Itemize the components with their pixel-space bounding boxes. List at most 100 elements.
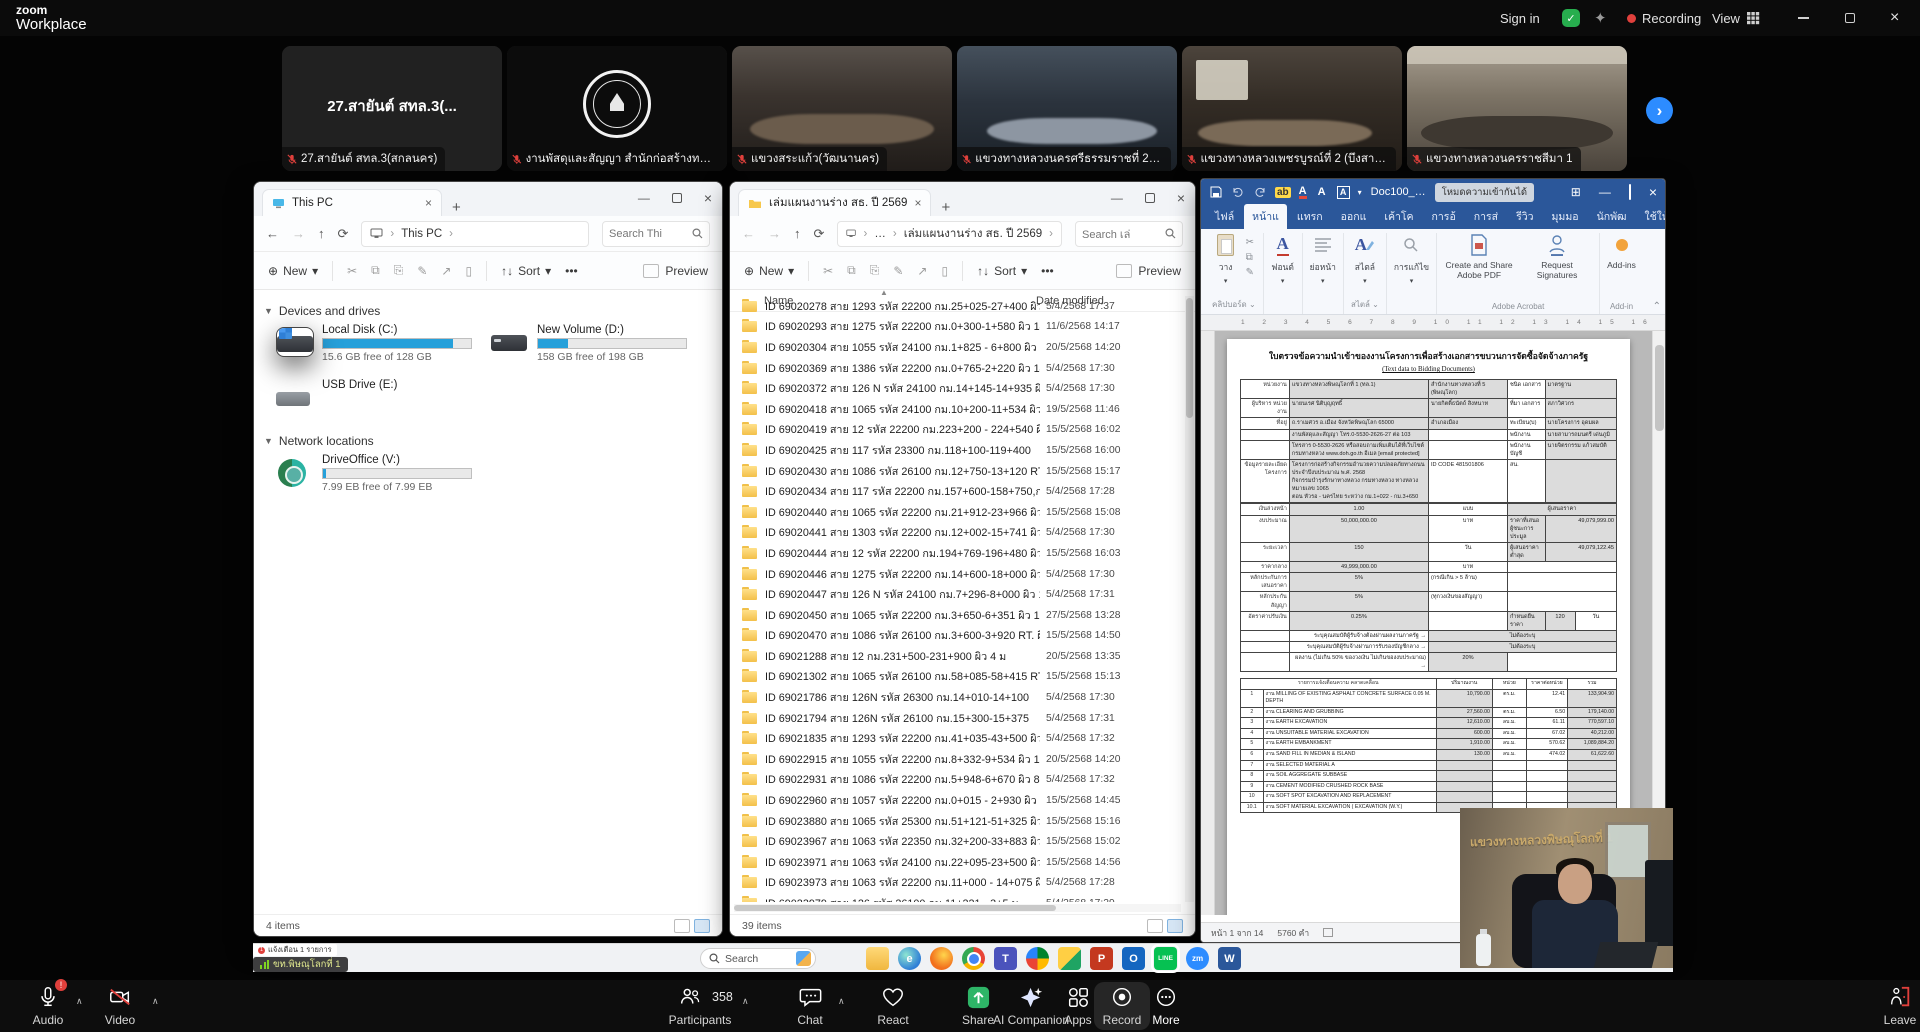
more-options-icon[interactable]: •••: [1041, 264, 1054, 278]
refresh-icon[interactable]: ⟳: [338, 226, 349, 242]
details-view-toggle[interactable]: [674, 919, 690, 933]
cut-icon[interactable]: ✂: [1246, 237, 1254, 248]
sign-in-button[interactable]: Sign in: [1500, 0, 1540, 36]
taskbar-app-icon[interactable]: [866, 947, 889, 970]
ribbon-tab[interactable]: ออกแ: [1333, 204, 1375, 229]
close-button[interactable]: ×: [1649, 184, 1657, 200]
breadcrumb-ellipsis[interactable]: …: [874, 228, 886, 240]
video-options-caret[interactable]: ∧: [152, 996, 159, 1007]
details-view-toggle[interactable]: [1147, 919, 1163, 933]
taskbar-app-icon[interactable]: [930, 947, 953, 970]
file-explorer-window-folder[interactable]: เล่มแผนงานร่าง สธ. ปี 2569 × + — × ← → ↑…: [729, 181, 1196, 937]
up-icon[interactable]: ↑: [794, 226, 801, 241]
font-button[interactable]: A ฟอนต์▾: [1271, 233, 1295, 285]
addins-button[interactable]: Add-ins: [1607, 233, 1636, 270]
file-row[interactable]: ID 69020446 สาย 1275 รหัส 22200 กม.14+60…: [730, 564, 1185, 585]
taskbar-app-icon[interactable]: W: [1218, 947, 1241, 970]
security-shield-icon[interactable]: ✓: [1562, 0, 1580, 36]
network-drive-item[interactable]: DriveOffice (V:) 7.99 EB free of 7.99 EB: [276, 454, 491, 493]
file-row[interactable]: ID 69022915 สาย 1055 รหัส 22200 กม.8+332…: [730, 749, 1185, 770]
file-row[interactable]: ID 69023971 สาย 1063 รหัส 24100 กม.22+09…: [730, 852, 1185, 873]
participant-video-tile[interactable]: แขวงทางหลวงนครศรีธรรมราชที่ 2 (ทุ่ง...: [957, 46, 1177, 171]
file-row[interactable]: ID 69020418 สาย 1065 รหัส 24100 กม.10+20…: [730, 399, 1185, 420]
sort-button[interactable]: ↑↓ Sort ▾: [977, 264, 1027, 278]
search-input[interactable]: Search Thi: [602, 221, 710, 247]
file-row[interactable]: ID 69021302 สาย 1065 รหัส 26100 กม.58+08…: [730, 667, 1185, 688]
undo-icon[interactable]: [1231, 185, 1245, 199]
new-tab-button[interactable]: +: [452, 199, 461, 216]
section-network-locations[interactable]: ▼Network locations: [264, 434, 722, 448]
file-row[interactable]: ID 69020440 สาย 1065 รหัส 22200 กม.21+91…: [730, 502, 1185, 523]
taskbar-search[interactable]: Search: [700, 948, 816, 969]
format-painter-icon[interactable]: ✎: [1246, 267, 1254, 278]
more-button[interactable]: More: [1122, 984, 1210, 1027]
taskbar-app-icon[interactable]: P: [1090, 947, 1113, 970]
delete-icon[interactable]: ▯: [941, 264, 948, 278]
minimize-button[interactable]: —: [1599, 185, 1611, 199]
ribbon-tab[interactable]: นักพัฒ: [1589, 204, 1635, 229]
styles-button[interactable]: A สไตล์▾: [1353, 233, 1377, 285]
taskbar-app-icon[interactable]: zm: [1186, 947, 1209, 970]
copy-icon[interactable]: ⧉: [371, 263, 380, 278]
search-input[interactable]: Search เล่: [1075, 221, 1183, 247]
collapse-ribbon-icon[interactable]: ⌃: [1653, 301, 1661, 312]
participants-options-caret[interactable]: ∧: [742, 996, 749, 1007]
maximize-button[interactable]: [1145, 193, 1155, 203]
restore-button[interactable]: [1629, 185, 1631, 199]
paste-button[interactable]: วาง▾: [1214, 233, 1238, 285]
ribbon-tab[interactable]: ไฟล์: [1207, 204, 1242, 229]
forward-icon[interactable]: →: [768, 226, 781, 241]
cut-icon[interactable]: ✂: [347, 264, 357, 278]
redo-icon[interactable]: [1253, 185, 1267, 199]
close-button[interactable]: ×: [1890, 0, 1899, 36]
explorer-tab[interactable]: เล่มแผนงานร่าง สธ. ปี 2569 ×: [738, 189, 931, 216]
file-row[interactable]: ID 69023880 สาย 1065 รหัส 25300 กม.51+12…: [730, 811, 1185, 832]
file-row[interactable]: ID 69020425 สาย 117 รหัส 23300 กม.118+10…: [730, 440, 1185, 461]
ribbon-tab[interactable]: ใช้ให้: [1637, 204, 1666, 229]
maximize-button[interactable]: [672, 193, 682, 203]
explorer-tab[interactable]: This PC ×: [262, 189, 442, 216]
list-view-toggle[interactable]: [1167, 919, 1183, 933]
new-button[interactable]: ⊕ New ▾: [744, 264, 794, 278]
file-row[interactable]: ID 69023979 สาย 126 รหัส 26100 กม.11+221…: [730, 893, 1185, 902]
start-button[interactable]: [677, 949, 696, 968]
participant-video-tile[interactable]: แขวงทางหลวงนครราชสีมา 1: [1407, 46, 1627, 171]
file-row[interactable]: ID 69020447 สาย 126 N รหัส 24100 กม.7+29…: [730, 584, 1185, 605]
cut-icon[interactable]: ✂: [823, 264, 833, 278]
customize-qat-icon[interactable]: ▾: [1358, 188, 1362, 197]
taskbar-app-icon[interactable]: T: [994, 947, 1017, 970]
save-icon[interactable]: [1209, 185, 1223, 199]
file-row[interactable]: ID 69022931 สาย 1086 รหัส 22200 กม.5+948…: [730, 770, 1185, 791]
taskbar-app-icon[interactable]: [1058, 947, 1081, 970]
ribbon-tab[interactable]: เค้าโค: [1376, 204, 1421, 229]
vertical-scrollbar[interactable]: [1185, 296, 1194, 902]
rename-icon[interactable]: ✎: [417, 264, 427, 278]
taskbar-app-icon[interactable]: [962, 947, 985, 970]
participant-video-tile[interactable]: งานพัสดุและสัญญา สำนักก่อสร้างทาง...: [507, 46, 727, 171]
file-row[interactable]: ID 69020304 สาย 1055 รหัส 24100 กม.1+825…: [730, 337, 1185, 358]
up-icon[interactable]: ↑: [318, 226, 325, 241]
file-row[interactable]: ID 69020444 สาย 12 รหัส 22200 กม.194+769…: [730, 543, 1185, 564]
more-options-icon[interactable]: •••: [565, 264, 578, 278]
back-icon[interactable]: ←: [742, 226, 755, 241]
section-devices-and-drives[interactable]: ▼Devices and drives: [264, 304, 722, 318]
preview-toggle[interactable]: Preview: [643, 264, 708, 278]
drive-item[interactable]: New Volume (D:) 158 GB free of 198 GB: [491, 324, 706, 363]
file-row[interactable]: ID 69021835 สาย 1293 รหัส 22200 กม.41+03…: [730, 728, 1185, 749]
preview-toggle[interactable]: Preview: [1116, 264, 1181, 278]
file-row[interactable]: ID 69020369 สาย 1386 รหัส 22200 กม.0+765…: [730, 358, 1185, 379]
file-row[interactable]: ID 69020419 สาย 12 รหัส 22200 กม.223+200…: [730, 420, 1185, 441]
file-row[interactable]: ID 69023967 สาย 1063 รหัส 22350 กม.32+20…: [730, 831, 1185, 852]
paste-icon[interactable]: ⎘: [870, 263, 880, 278]
close-tab-icon[interactable]: ×: [914, 196, 921, 210]
notification-toast[interactable]: 1 แจ้งเตือน 1 รายการ: [253, 944, 337, 956]
taskbar-app-icon[interactable]: LINE: [1154, 947, 1177, 970]
file-row[interactable]: ID 69020441 สาย 1303 รหัส 22200 กม.12+00…: [730, 523, 1185, 544]
taskbar-app-icon[interactable]: e: [898, 947, 921, 970]
ribbon-tab[interactable]: การอ้: [1424, 204, 1464, 229]
minimize-button[interactable]: —: [638, 191, 650, 205]
copy-icon[interactable]: ⧉: [1246, 252, 1254, 263]
close-tab-icon[interactable]: ×: [425, 196, 432, 210]
restore-button[interactable]: [1845, 0, 1855, 36]
word-count[interactable]: 5760 คำ: [1277, 926, 1309, 940]
